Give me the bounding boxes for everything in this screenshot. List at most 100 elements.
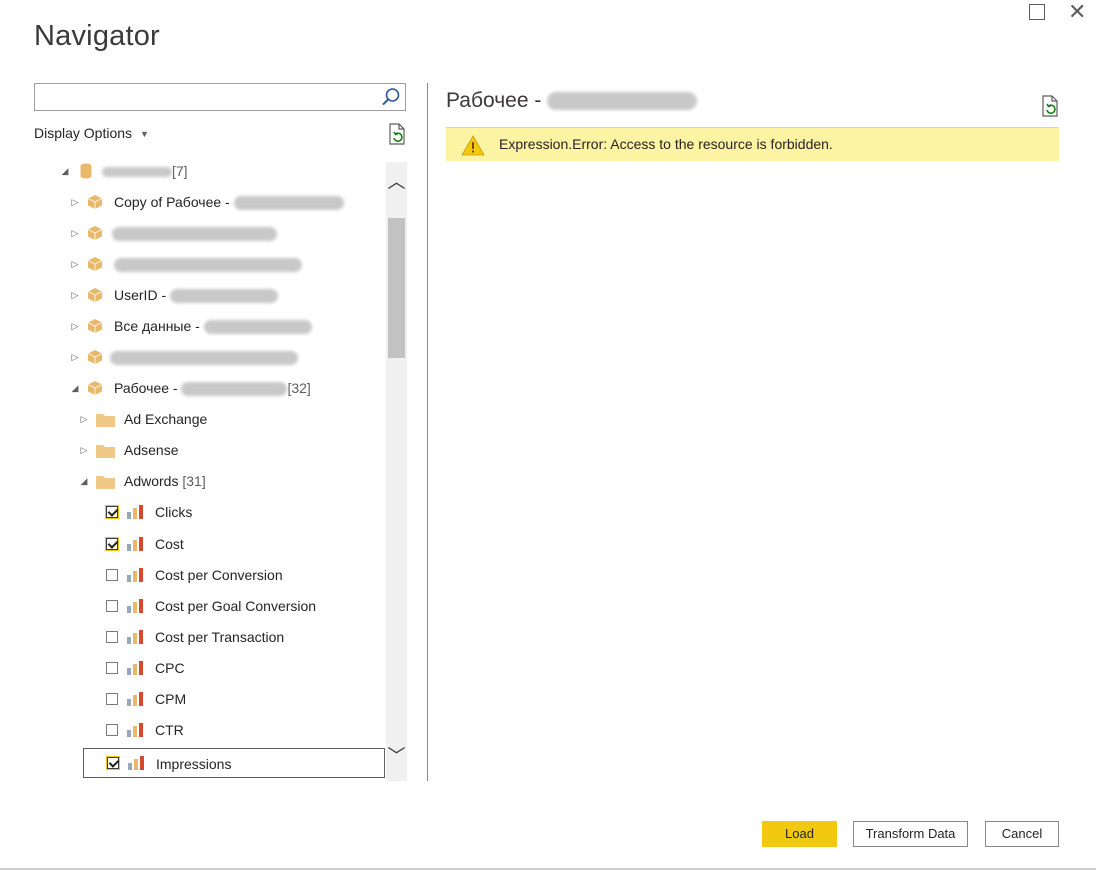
metric-label: Clicks (155, 504, 193, 520)
collapse-arrow-icon[interactable]: ◢ (79, 476, 89, 486)
checkbox[interactable] (106, 724, 118, 736)
cube-icon (87, 319, 103, 333)
bar-chart-icon (127, 599, 143, 613)
folder-count: [31] (182, 473, 206, 489)
expand-arrow-icon[interactable]: ▷ (70, 259, 80, 269)
navigator-tree: ◢ [7] ▷ Copy of Рабочее - ▷ ▷ ▷ UserID -… (34, 156, 386, 781)
checkbox[interactable] (106, 569, 118, 581)
error-message: Expression.Error: Access to the resource… (499, 136, 833, 152)
tree-item[interactable]: ▷ (34, 220, 374, 246)
bar-chart-icon (127, 568, 143, 582)
chevron-down-icon[interactable]: ﹀ (386, 742, 407, 770)
metric-row[interactable]: Cost (34, 531, 374, 557)
checkbox[interactable] (107, 757, 119, 769)
metric-label: Cost per Goal Conversion (155, 598, 317, 614)
scrollbar-thumb[interactable] (388, 218, 405, 358)
tree-folder[interactable]: ▷ Adsense (34, 437, 374, 463)
bar-chart-icon (127, 505, 143, 519)
window-bottom-border (0, 868, 1096, 870)
tree-item-label: Рабочее - (114, 380, 182, 396)
expand-arrow-icon[interactable]: ▷ (79, 445, 89, 455)
tree-item-expanded[interactable]: ◢ Рабочее - [32] (34, 375, 374, 401)
item-count: [32] (287, 380, 311, 396)
metric-row[interactable]: CPM (34, 686, 374, 712)
metric-row[interactable]: Cost per Goal Conversion (34, 593, 374, 619)
expand-arrow-icon[interactable]: ▷ (79, 414, 89, 424)
preview-title-text: Рабочее - (446, 89, 548, 112)
warning-icon (461, 135, 485, 156)
redacted-text (110, 351, 298, 366)
cancel-button[interactable]: Cancel (985, 821, 1059, 847)
metric-label: Impressions (156, 756, 232, 772)
checkbox[interactable] (106, 631, 118, 643)
expand-arrow-icon[interactable]: ▷ (70, 290, 80, 300)
tree-folder-expanded[interactable]: ◢ Adwords [31] (34, 468, 374, 494)
bar-chart-icon (127, 537, 143, 551)
cube-icon (87, 226, 103, 240)
refresh-icon[interactable] (387, 123, 407, 145)
redacted-text (102, 167, 172, 178)
close-icon[interactable]: ✕ (1068, 0, 1086, 25)
cube-icon (87, 381, 103, 395)
checkbox[interactable] (106, 506, 118, 518)
expand-arrow-icon[interactable]: ▷ (70, 321, 80, 331)
refresh-icon[interactable] (1040, 95, 1060, 117)
collapse-arrow-icon[interactable]: ◢ (70, 383, 80, 393)
metric-label: CPC (155, 660, 185, 676)
tree-item-label: UserID - (114, 287, 170, 303)
bar-chart-icon (127, 723, 143, 737)
tree-item[interactable]: ▷ (34, 251, 374, 277)
folder-icon (96, 414, 115, 427)
collapse-arrow-icon[interactable]: ◢ (60, 166, 70, 176)
redacted-text (114, 258, 302, 273)
metric-row[interactable]: Clicks (34, 499, 374, 525)
chevron-down-icon: ▼ (140, 129, 149, 140)
bar-chart-icon (127, 661, 143, 675)
error-banner: Expression.Error: Access to the resource… (446, 127, 1059, 161)
preview-title: Рабочее - (446, 89, 698, 113)
search-box[interactable] (34, 83, 406, 112)
metric-row[interactable]: Cost per Transaction (34, 624, 374, 650)
database-icon (80, 163, 92, 179)
metric-row[interactable]: CPC (34, 655, 374, 681)
cube-icon (87, 288, 103, 302)
tree-item[interactable]: ▷ (34, 344, 374, 370)
display-options-label: Display Options (34, 125, 133, 141)
folder-icon (96, 476, 115, 489)
checkbox[interactable] (106, 662, 118, 674)
bar-chart-icon (127, 630, 143, 644)
metric-label: Cost (155, 536, 184, 552)
metric-row[interactable]: Cost per Conversion (34, 562, 374, 588)
expand-arrow-icon[interactable]: ▷ (70, 352, 80, 362)
maximize-icon[interactable] (1029, 4, 1045, 20)
metric-row-selected[interactable]: Impressions (83, 748, 385, 778)
transform-data-button[interactable]: Transform Data (853, 821, 968, 847)
tree-folder[interactable]: ▷ Ad Exchange (34, 406, 374, 432)
root-count: [7] (172, 163, 188, 179)
search-icon[interactable] (381, 87, 401, 107)
tree-item[interactable]: ▷ UserID - (34, 282, 374, 308)
checkbox[interactable] (106, 600, 118, 612)
expand-arrow-icon[interactable]: ▷ (70, 228, 80, 238)
pane-divider (427, 83, 428, 781)
dialog-title: Navigator (34, 20, 160, 52)
tree-folder-label: Adwords (124, 473, 179, 489)
redacted-text (203, 320, 312, 335)
chevron-up-icon[interactable]: ︿ (386, 168, 407, 196)
cube-icon (87, 350, 103, 364)
search-input[interactable] (41, 84, 385, 112)
metric-label: Cost per Conversion (155, 567, 283, 583)
tree-folder-label: Adsense (124, 442, 179, 458)
metric-row[interactable]: CTR (34, 717, 374, 743)
tree-item-label: Все данные - (114, 318, 204, 334)
tree-item[interactable]: ▷ Все данные - (34, 313, 374, 339)
tree-root-database[interactable]: ◢ [7] (34, 158, 374, 184)
tree-item[interactable]: ▷ Copy of Рабочее - (34, 189, 374, 215)
bar-chart-icon (128, 756, 144, 770)
cube-icon (87, 195, 103, 209)
expand-arrow-icon[interactable]: ▷ (70, 197, 80, 207)
checkbox[interactable] (106, 693, 118, 705)
load-button[interactable]: Load (762, 821, 837, 847)
checkbox[interactable] (106, 538, 118, 550)
display-options-dropdown[interactable]: Display Options ▼ (34, 125, 149, 141)
